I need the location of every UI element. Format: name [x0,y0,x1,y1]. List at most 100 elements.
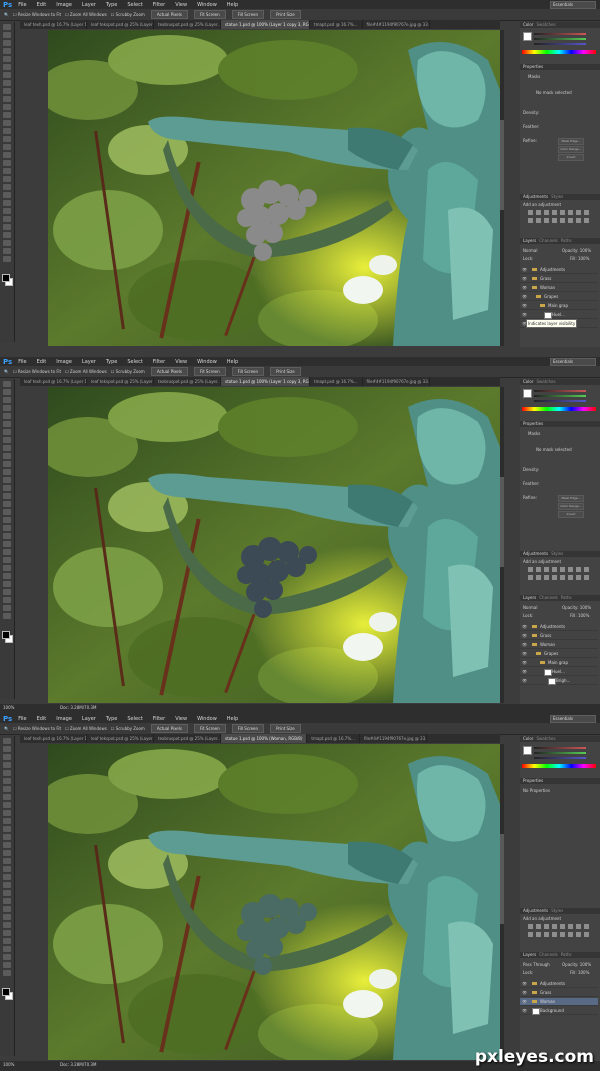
tool-icon[interactable] [3,581,11,587]
blend-mode-select[interactable]: Normal [523,248,537,253]
actual-pixels-button[interactable]: Actual Pixels [150,10,188,19]
scrubby-zoom-checkbox[interactable]: ☐ Scrubby Zoom [111,369,145,374]
menu-image[interactable]: Image [56,2,72,8]
tool-icon[interactable] [3,922,11,928]
color-foreground-box[interactable] [523,746,532,755]
adjustment-icon[interactable] [560,218,565,223]
eye-icon[interactable]: 👁 [522,1008,527,1013]
refine-button[interactable]: Invert [558,154,584,161]
document-tab[interactable]: leaf tekspot.psd @ 25% (Layer 1, RGB/8) [87,734,154,743]
menu-file[interactable]: File [18,716,26,722]
adjustment-icon[interactable] [584,924,589,929]
layers-panel-tab[interactable]: Layers Channels Paths [520,952,600,958]
adjustment-icon[interactable] [568,210,573,215]
adjustment-icon[interactable] [576,218,581,223]
tool-icon[interactable] [3,485,11,491]
adjustment-icon[interactable] [560,924,565,929]
tool-icon[interactable] [3,160,11,166]
layer-row[interactable]: 👁 Main grap [520,302,598,310]
adjustment-icon[interactable] [568,218,573,223]
tool-icon[interactable] [3,597,11,603]
color-slider[interactable] [534,747,586,749]
tool-icon[interactable] [3,501,11,507]
color-spectrum[interactable] [522,407,596,411]
fit-screen-button[interactable]: Fit Screen [193,724,226,733]
menu-layer[interactable]: Layer [82,716,96,722]
tool-icon[interactable] [3,40,11,46]
fit-screen-button[interactable]: Fit Screen [193,10,226,19]
color-spectrum[interactable] [522,50,596,54]
zoom-tool-icon[interactable]: 🔍 [4,726,9,731]
zoom-all-checkbox[interactable]: ☐ Zoom All Windows [65,726,107,731]
color-slider[interactable] [534,395,586,397]
document-canvas[interactable] [48,387,500,703]
scrubby-zoom-checkbox[interactable]: ☐ Scrubby Zoom [111,12,145,17]
adjustment-icon[interactable] [584,932,589,937]
adjustments-panel-tab[interactable]: Adjustments Styles [520,551,600,557]
tool-icon[interactable] [3,224,11,230]
menu-type[interactable]: Type [106,2,117,8]
adjustment-icon[interactable] [528,575,533,580]
menu-filter[interactable]: Filter [153,2,165,8]
adjustment-icon[interactable] [560,932,565,937]
eye-icon[interactable]: 👁 [522,267,527,272]
zoom-level[interactable]: 100% [3,1062,14,1067]
tool-icon[interactable] [3,421,11,427]
opacity-field[interactable]: Opacity: 100% [562,605,591,610]
opacity-field[interactable]: Opacity: 100% [562,248,591,253]
adjustment-icon[interactable] [576,567,581,572]
eye-icon[interactable]: 👁 [522,669,527,674]
tool-icon[interactable] [3,970,11,976]
tool-icon[interactable] [3,770,11,776]
menu-edit[interactable]: Edit [37,716,47,722]
tool-icon[interactable] [3,104,11,110]
tool-icon[interactable] [3,802,11,808]
tool-icon[interactable] [3,192,11,198]
color-foreground-box[interactable] [523,32,532,41]
adjustment-icon[interactable] [576,924,581,929]
layer-row[interactable]: 👁 Grapes [520,650,598,658]
adjustments-panel-tab[interactable]: Adjustments Styles [520,908,600,914]
adjustment-icon[interactable] [552,567,557,572]
menu-help[interactable]: Help [227,716,238,722]
tool-icon[interactable] [3,232,11,238]
tool-icon[interactable] [3,216,11,222]
adjustment-icon[interactable] [552,218,557,223]
menu-file[interactable]: File [18,2,26,8]
eye-icon[interactable]: 👁 [522,624,527,629]
tool-icon[interactable] [3,858,11,864]
tool-icon[interactable] [3,477,11,483]
scrubby-zoom-checkbox[interactable]: ☐ Scrubby Zoom [111,726,145,731]
menu-help[interactable]: Help [227,359,238,365]
resize-windows-checkbox[interactable]: ☐ Resize Windows to Fit [13,726,61,731]
menu-view[interactable]: View [175,359,187,365]
adjustment-icon[interactable] [528,210,533,215]
tool-icon[interactable] [3,32,11,38]
color-spectrum[interactable] [522,764,596,768]
menu-layer[interactable]: Layer [82,2,96,8]
tool-icon[interactable] [3,778,11,784]
adjustment-icon[interactable] [536,567,541,572]
color-panel-tab[interactable]: Color Swatches [520,379,600,385]
menu-select[interactable]: Select [127,2,142,8]
layer-row[interactable]: 👁 Adjustments [520,980,598,988]
workspace-select[interactable]: Essentials [550,1,596,9]
document-tab[interactable]: file#4#1194f90767e.jpg @ 33.3% (RGB...) [363,20,430,29]
color-slider[interactable] [534,390,586,392]
document-tab[interactable]: statue 1.psd @ 100% (Layer 1 copy 3, RGB… [221,377,310,386]
adjustments-panel-tab[interactable]: Adjustments Styles [520,194,600,200]
document-tab[interactable]: leaf texh.psd @ 16.7% (Layer 1... [20,377,87,386]
eye-icon[interactable]: 👁 [522,294,527,299]
fit-screen-button[interactable]: Fit Screen [193,367,226,376]
menu-filter[interactable]: Filter [153,359,165,365]
document-tab[interactable]: leaf texh.psd @ 16.7% (Layer 1... [20,734,87,743]
tool-icon[interactable] [3,120,11,126]
blend-mode-select[interactable]: Pass Through [523,962,550,967]
actual-pixels-button[interactable]: Actual Pixels [150,367,188,376]
tool-icon[interactable] [3,88,11,94]
layer-row[interactable]: 👁 Woman [520,284,598,292]
document-tab[interactable]: tmapt.psd @ 16.7%... [310,377,363,386]
eye-icon[interactable]: 👁 [522,990,527,995]
tool-icon[interactable] [3,557,11,563]
actual-pixels-button[interactable]: Actual Pixels [150,724,188,733]
